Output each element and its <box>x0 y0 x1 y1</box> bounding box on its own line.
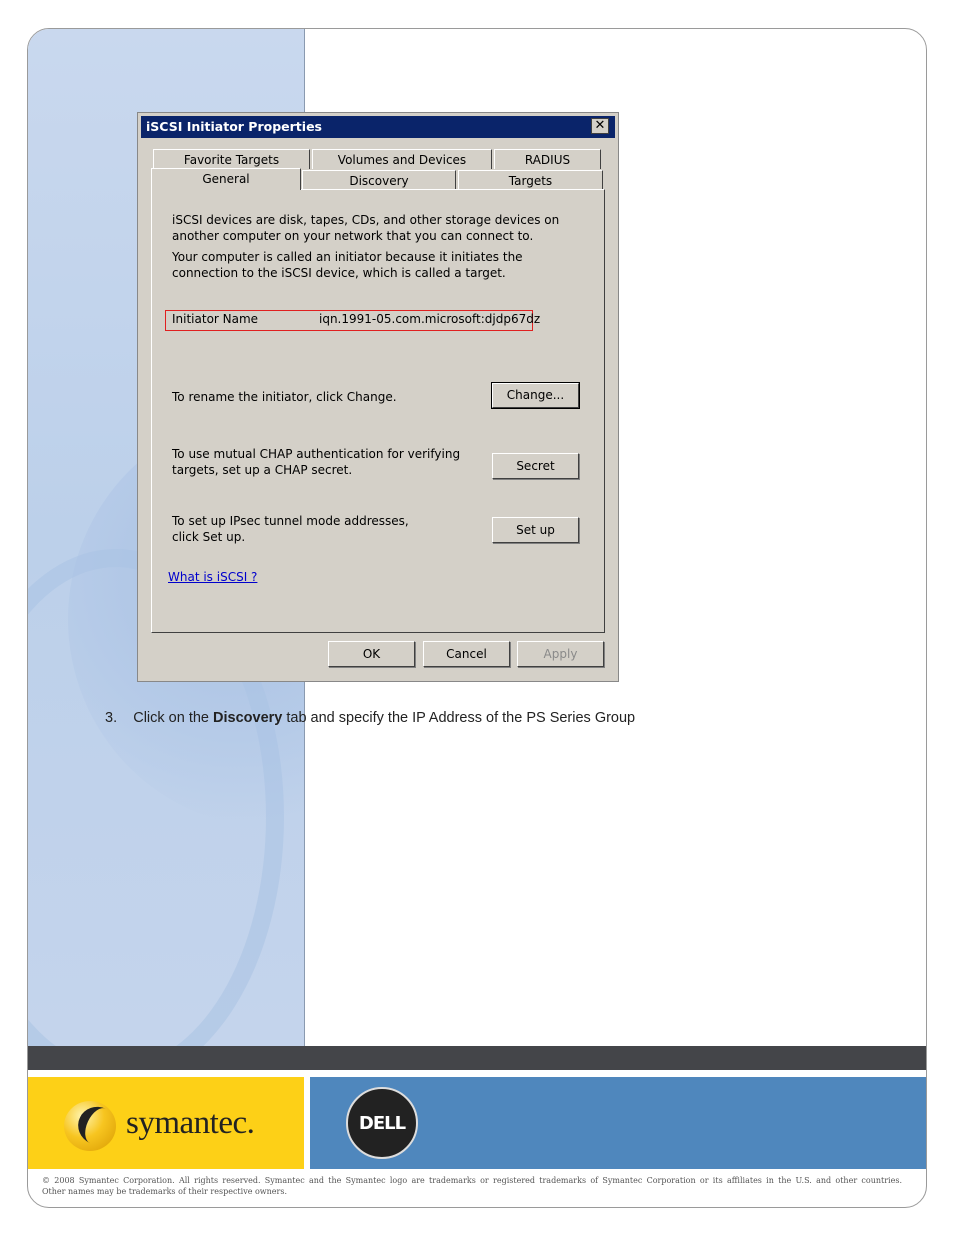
rename-text: To rename the initiator, click Change. <box>172 390 397 404</box>
secret-button[interactable]: Secret <box>492 453 579 479</box>
step-text-post: tab and specify the IP Address of the PS… <box>282 710 636 726</box>
footer-bar <box>28 1046 926 1070</box>
what-is-iscsi-link[interactable]: What is iSCSI ? <box>168 570 257 584</box>
chap-text: To use mutual CHAP authentication for ve… <box>172 447 461 477</box>
tab-targets[interactable]: Targets <box>458 170 603 190</box>
symantec-logo-block: symantec. <box>28 1077 304 1169</box>
setup-button[interactable]: Set up <box>492 517 579 543</box>
copyright-line-2: Other names may be trademarks of their r… <box>42 1187 288 1196</box>
ok-button[interactable]: OK <box>328 641 415 667</box>
apply-button[interactable]: Apply <box>517 641 604 667</box>
intro-text-1: iSCSI devices are disk, tapes, CDs, and … <box>172 213 560 243</box>
copyright-line-1: © 2008 Symantec Corporation. All rights … <box>42 1176 902 1185</box>
cancel-button[interactable]: Cancel <box>423 641 510 667</box>
tab-general[interactable]: General <box>151 168 301 190</box>
tab-radius[interactable]: RADIUS <box>494 149 601 169</box>
dialog-title: iSCSI Initiator Properties <box>146 119 322 134</box>
dell-logo-block: DELL <box>310 1077 926 1169</box>
dell-logo-icon: DELL <box>346 1087 418 1159</box>
dialog-titlebar: iSCSI Initiator Properties ✕ <box>141 116 615 138</box>
iscsi-dialog: iSCSI Initiator Properties ✕ Favorite Ta… <box>137 112 619 682</box>
tab-discovery[interactable]: Discovery <box>302 170 456 190</box>
change-button[interactable]: Change... <box>491 382 580 409</box>
tab-volumes-and-devices[interactable]: Volumes and Devices <box>312 149 492 169</box>
step-3-instruction: 3. Click on the Discovery tab and specif… <box>105 710 635 726</box>
initiator-name-value: iqn.1991-05.com.microsoft:djdp67dz <box>319 312 541 326</box>
close-icon[interactable]: ✕ <box>591 118 609 134</box>
initiator-name-label: Initiator Name <box>172 312 259 326</box>
step-text-bold: Discovery <box>213 710 283 726</box>
symantec-logo-icon <box>64 1101 116 1151</box>
ipsec-text: To set up IPsec tunnel mode addresses, c… <box>172 514 409 544</box>
step-text-pre: Click on the <box>133 710 214 726</box>
step-number: 3. <box>105 710 118 726</box>
tab-favorite-targets[interactable]: Favorite Targets <box>153 149 310 169</box>
intro-text-2: Your computer is called an initiator bec… <box>172 250 523 280</box>
symantec-logo-text: symantec. <box>126 1105 255 1141</box>
